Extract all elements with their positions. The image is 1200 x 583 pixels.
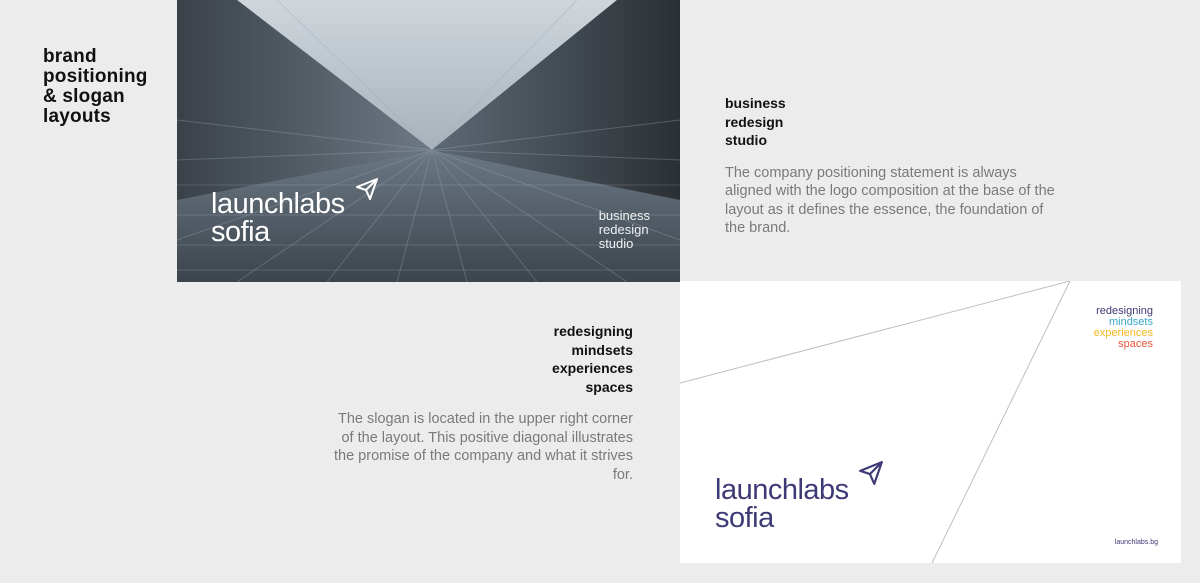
logo-line: launchlabs [715, 474, 849, 506]
heading-line: experiences [552, 360, 633, 376]
page-title-line: & slogan [43, 86, 125, 107]
slogan-section: redesigning mindsets experiences spaces … [333, 322, 633, 484]
page-title-line: positioning [43, 66, 148, 87]
page-title-line: brand [43, 46, 97, 67]
logo-line: launchlabs [211, 188, 345, 220]
heading-line: redesigning [553, 323, 633, 339]
heading-line: business [725, 95, 786, 111]
heading-line: redesign [725, 113, 784, 130]
positioning-section: business redesign studio The company pos… [725, 94, 1055, 238]
paper-plane-icon [859, 461, 883, 485]
positioning-description: The company positioning statement is alw… [725, 164, 1055, 237]
website-url[interactable]: launchlabs.bg [1115, 539, 1158, 546]
heading-line: spaces [585, 378, 633, 395]
white-layout-card: redesigning mindsets experiences spaces … [680, 281, 1181, 563]
logo-line: sofia [211, 216, 270, 248]
paper-plane-icon [356, 178, 378, 200]
slogan-stack: redesigning mindsets experiences spaces [1094, 306, 1153, 350]
tagline-line: redesign [598, 222, 649, 237]
slogan-description: The slogan is located in the upper right… [333, 411, 633, 483]
photo-logo-wordmark: launchlabs sofia [211, 188, 345, 248]
photo-layout-card: launchlabs sofia business redesign studi… [177, 0, 680, 282]
tagline-line: business [598, 208, 650, 223]
heading-line: mindsets [571, 341, 633, 358]
page-title: brand positioning & slogan layouts [43, 47, 148, 127]
logo-line: sofia [715, 502, 774, 534]
card-logo-wordmark: launchlabs sofia [715, 474, 849, 534]
slogan-heading: redesigning mindsets experiences spaces [333, 322, 633, 396]
heading-line: studio [725, 132, 767, 148]
positioning-heading: business redesign studio [725, 94, 1055, 150]
tagline-line: studio [598, 236, 634, 251]
photo-positioning-statement: business redesign studio [599, 209, 650, 251]
page-title-line: layouts [43, 106, 111, 127]
slogan-word: spaces [1118, 338, 1153, 350]
